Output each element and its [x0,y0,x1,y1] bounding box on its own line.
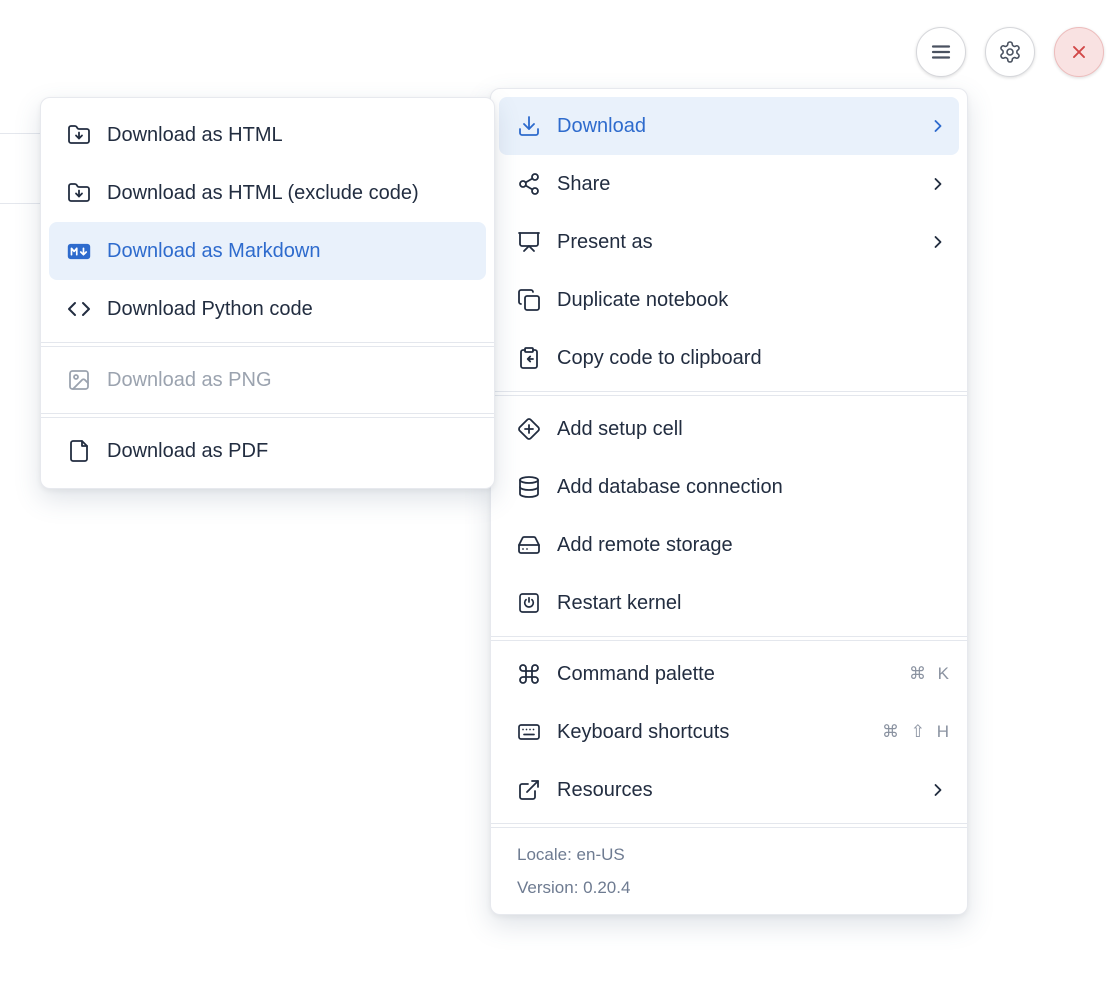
duplicate-icon [517,288,541,312]
chevron-right-icon [927,173,949,195]
code-icon [67,297,91,321]
power-square-icon [517,591,541,615]
diamond-plus-icon [517,417,541,441]
command-icon [517,662,541,686]
menu-separator [491,823,967,828]
markdown-download-icon [67,239,91,263]
menu-item-label: Download as PDF [107,440,476,463]
settings-button[interactable] [985,27,1035,77]
locale-text: Locale: en-US [517,838,941,871]
menu-item-label: Download Python code [107,298,476,321]
file-icon [67,439,91,463]
menu-item-label: Present as [557,231,911,254]
chevron-right-icon [927,779,949,801]
close-icon [1068,41,1090,63]
clipboard-copy-icon [517,346,541,370]
menu-item-label: Copy code to clipboard [557,347,949,370]
menu-item-download-as-markdown[interactable]: Download as Markdown [49,222,486,280]
menu-groups: Download as HTML Download as HTML (exclud… [41,106,494,480]
hamburger-icon [929,40,953,64]
shortcut-hint: ⌘ K [909,664,949,684]
menu-item-label: Download as PNG [107,369,476,392]
menu-item-download-as-html-exclude-code[interactable]: Download as HTML (exclude code) [49,164,486,222]
database-icon [517,475,541,499]
close-button[interactable] [1054,27,1104,77]
shortcut-hint: ⌘ ⇧ H [882,722,949,742]
menu-item-label: Restart kernel [557,592,949,615]
menu-item-label: Share [557,173,911,196]
share-icon [517,172,541,196]
menu-item-label: Resources [557,779,911,802]
menu-item-label: Download as HTML [107,124,476,147]
menu-item-label: Keyboard shortcuts [557,721,866,744]
folder-down-icon [67,181,91,205]
download-submenu: Download as HTML Download as HTML (exclud… [40,97,495,489]
external-link-icon [517,778,541,802]
menu-item-label: Download as Markdown [107,240,476,263]
keyboard-icon [517,720,541,744]
menu-item-label: Duplicate notebook [557,289,949,312]
menu-item-resources[interactable]: Resources [499,761,959,819]
menu-item-share[interactable]: Share [499,155,959,213]
menu-item-label: Add setup cell [557,418,949,441]
menu-item-duplicate-notebook[interactable]: Duplicate notebook [499,271,959,329]
menu-item-restart-kernel[interactable]: Restart kernel [499,574,959,632]
menu-item-download-as-png: Download as PNG [49,351,486,409]
menu-item-add-setup-cell[interactable]: Add setup cell [499,400,959,458]
menu-item-add-remote-storage[interactable]: Add remote storage [499,516,959,574]
page-divider-line [0,203,41,204]
menu-separator [41,413,494,418]
notebook-menu: Download Share Present as Duplicate noteboo… [490,88,968,915]
menu-item-present-as[interactable]: Present as [499,213,959,271]
floating-toolbar [916,27,1104,77]
version-text: Version: 0.20.4 [517,871,941,904]
gear-icon [998,40,1022,64]
menu-button[interactable] [916,27,966,77]
menu-item-label: Add database connection [557,476,949,499]
menu-item-label: Command palette [557,663,893,686]
menu-item-add-database-connection[interactable]: Add database connection [499,458,959,516]
menu-item-copy-code-to-clipboard[interactable]: Copy code to clipboard [499,329,959,387]
folder-down-icon [67,123,91,147]
menu-item-label: Add remote storage [557,534,949,557]
chevron-right-icon [927,231,949,253]
menu-groups: Download Share Present as Duplicate noteboo… [491,97,967,819]
page-divider-line [0,133,41,134]
menu-separator [41,342,494,347]
menu-footer: Locale: en-US Version: 0.20.4 [491,832,967,910]
menu-separator [491,391,967,396]
menu-item-download-python-code[interactable]: Download Python code [49,280,486,338]
presentation-icon [517,230,541,254]
menu-item-keyboard-shortcuts[interactable]: Keyboard shortcuts ⌘ ⇧ H [499,703,959,761]
menu-item-download-as-pdf[interactable]: Download as PDF [49,422,486,480]
menu-item-download-as-html[interactable]: Download as HTML [49,106,486,164]
menu-item-label: Download [557,115,911,138]
menu-item-command-palette[interactable]: Command palette ⌘ K [499,645,959,703]
menu-separator [491,636,967,641]
hard-drive-icon [517,533,541,557]
download-icon [517,114,541,138]
image-icon [67,368,91,392]
menu-item-download[interactable]: Download [499,97,959,155]
menu-item-label: Download as HTML (exclude code) [107,182,476,205]
chevron-right-icon [927,115,949,137]
